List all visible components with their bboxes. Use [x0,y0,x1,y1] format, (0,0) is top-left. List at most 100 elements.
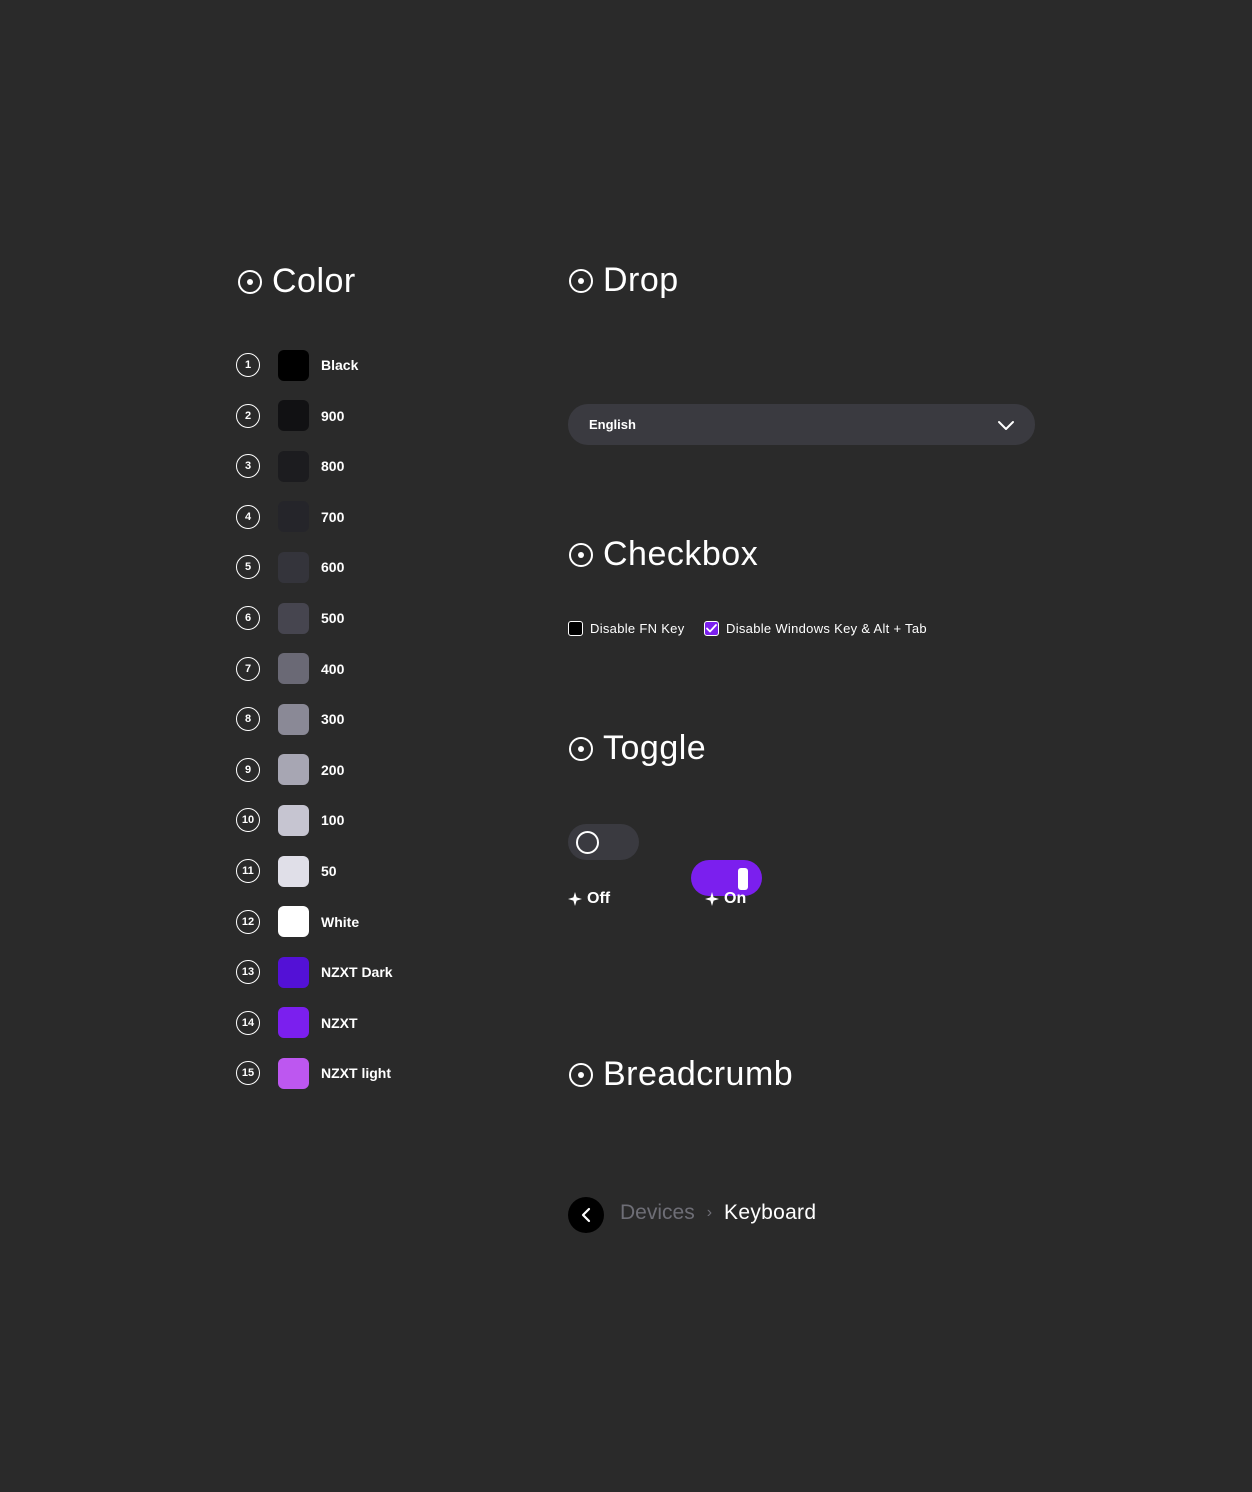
color-label: 400 [321,660,345,677]
color-index-badge: 1 [236,353,260,377]
color-swatch [278,400,309,432]
color-label: White [321,913,360,930]
color-label: Black [321,357,359,373]
color-row: 2 900 [236,400,344,432]
color-swatch [278,855,309,887]
color-index-badge: 10 [236,808,260,833]
color-row: 6 500 [236,602,344,634]
color-index-badge: 7 [236,656,260,681]
checkmark-icon [706,624,717,633]
breadcrumb-item-keyboard: Keyboard [724,1201,817,1224]
target-icon [569,1062,593,1087]
color-swatch [278,450,309,482]
color-index-badge: 2 [236,403,260,428]
color-swatch [278,602,309,634]
color-swatch [278,754,309,786]
color-label: 500 [321,610,345,626]
color-index-badge: 13 [236,960,260,985]
toggle-caption-label: Off [587,890,611,907]
color-swatch [278,551,309,583]
color-row: 12 White [236,906,359,938]
color-index-badge: 15 [236,1061,260,1086]
sparkle-icon [568,892,582,906]
color-label: NZXT Dark [321,964,393,981]
color-row: 3 800 [236,450,344,482]
section-title-label: Drop [603,261,679,299]
color-index-badge: 9 [236,757,260,782]
target-icon [569,268,593,293]
section-title-label: Toggle [603,729,707,767]
section-title-breadcrumb: Breadcrumb [569,1055,793,1094]
color-index-badge: 3 [236,454,260,479]
language-dropdown[interactable]: English [568,404,1035,445]
color-swatch [278,956,309,988]
target-icon [569,542,593,567]
color-label: 700 [321,508,345,525]
color-swatch [278,501,309,533]
toggle-knob [576,831,599,854]
breadcrumb-separator-icon: › [706,1204,713,1221]
color-label: 900 [321,407,345,424]
color-index-badge: 6 [236,606,260,630]
color-label: 50 [321,863,337,879]
checkbox-disable-fn-key[interactable]: Disable FN Key [568,621,685,636]
toggle-caption-off: Off [568,890,610,908]
section-title-label: Checkbox [603,535,759,573]
color-row: 1 Black [236,349,358,381]
checkbox-box[interactable] [568,621,583,636]
color-label: NZXT light [321,1065,391,1082]
color-swatch [278,804,309,836]
color-swatch [278,1007,309,1039]
section-title-label: Breadcrumb [603,1055,794,1093]
breadcrumb-item-devices[interactable]: Devices [620,1201,695,1225]
color-swatch [278,653,309,685]
color-index-badge: 4 [236,504,260,529]
toggle-caption-label: On [724,890,747,907]
color-row: 7 400 [236,653,344,685]
sparkle-icon [705,892,719,906]
color-row: 10 100 [236,804,344,836]
checkbox-disable-windows-key[interactable]: Disable Windows Key & Alt + Tab [704,621,927,636]
color-index-badge: 14 [236,1010,260,1035]
color-row: 8 300 [236,703,344,735]
color-row: 14 NZXT [236,1007,358,1039]
chevron-left-icon [581,1207,591,1223]
color-index-badge: 11 [236,859,260,883]
back-button[interactable] [568,1197,604,1233]
section-title-color: Color [238,262,356,301]
section-title-checkbox: Checkbox [569,535,758,574]
checkbox-label: Disable FN Key [590,621,685,636]
breadcrumb: Devices › Keyboard [620,1201,816,1225]
toggle-off[interactable] [568,824,639,860]
target-icon [569,736,593,761]
color-swatch [278,349,309,381]
color-index-badge: 5 [236,555,260,580]
color-row: 11 50 [236,855,337,887]
color-label: 200 [321,761,345,778]
color-label: NZXT [321,1014,358,1031]
color-swatch [278,1057,309,1089]
color-label: 300 [321,711,345,728]
color-index-badge: 12 [236,909,260,934]
section-title-toggle: Toggle [569,729,706,768]
dropdown-value: English [589,417,636,432]
color-label: 600 [321,559,345,576]
chevron-down-icon [998,420,1014,430]
toggle-knob [738,868,748,890]
checkbox-box[interactable] [704,621,719,636]
section-title-drop: Drop [569,261,679,300]
color-label: 100 [321,812,345,829]
color-row: 15 NZXT light [236,1057,391,1089]
toggle-caption-on: On [705,890,746,908]
checkbox-label: Disable Windows Key & Alt + Tab [726,621,927,636]
color-index-badge: 8 [236,707,260,732]
color-row: 5 600 [236,551,344,583]
color-swatch [278,906,309,938]
color-row: 4 700 [236,501,344,533]
section-title-label: Color [272,262,356,300]
color-label: 800 [321,458,345,475]
color-swatch [278,703,309,735]
color-row: 13 NZXT Dark [236,956,393,988]
target-icon [238,269,262,294]
color-row: 9 200 [236,754,344,786]
